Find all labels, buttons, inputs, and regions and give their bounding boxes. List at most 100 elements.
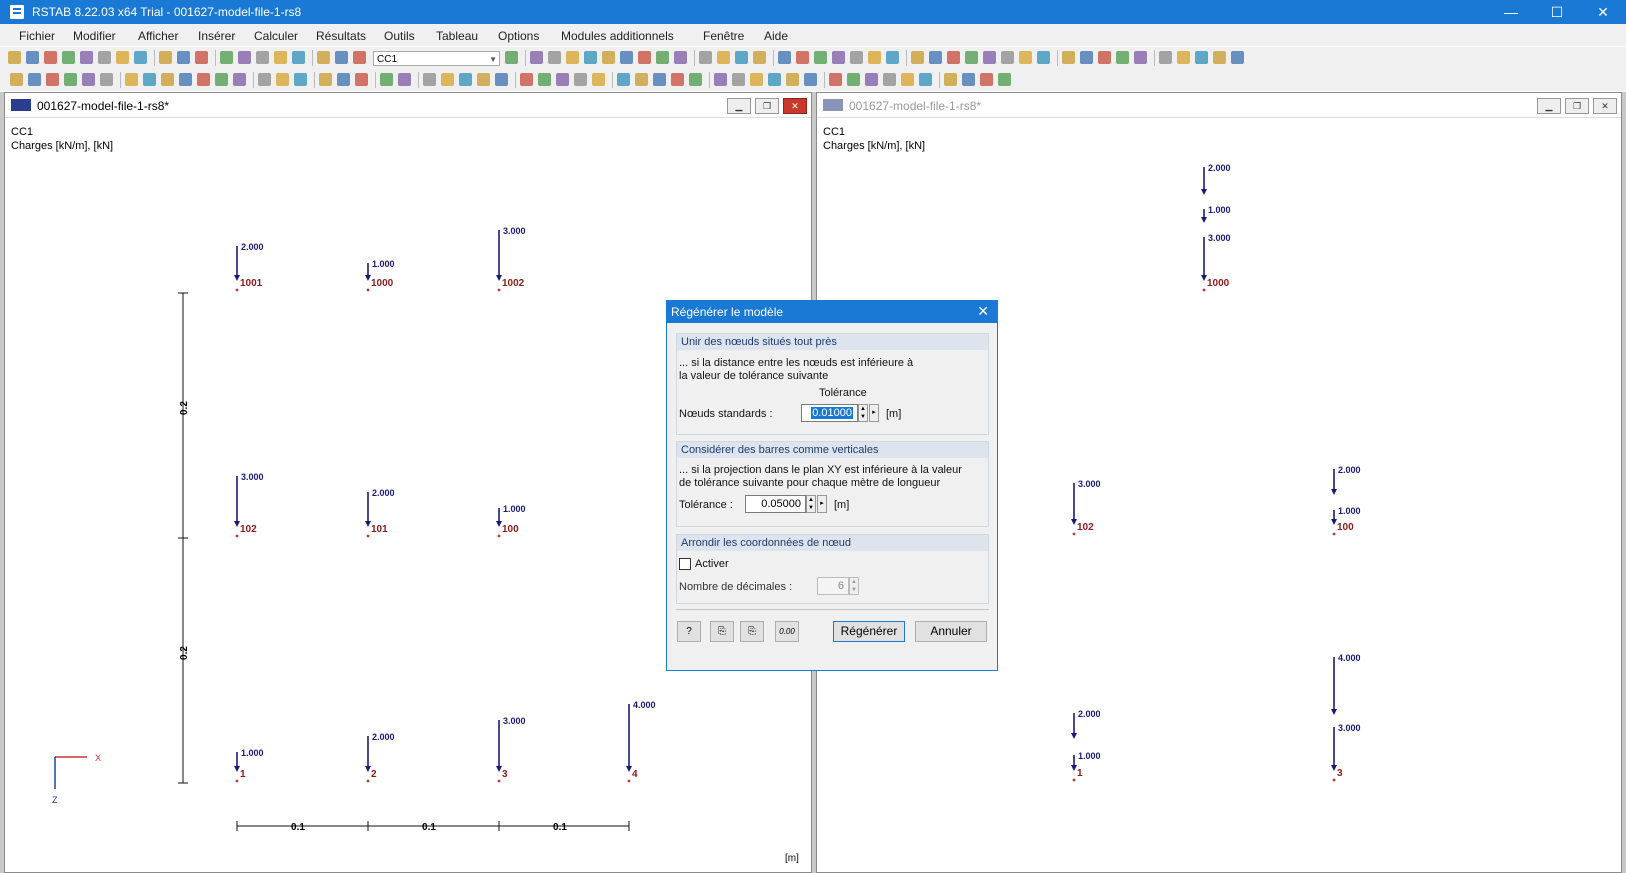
toolbar-tool-icon[interactable] <box>143 73 156 86</box>
maximize-button[interactable]: ☐ <box>1534 0 1580 24</box>
export-button[interactable]: ⎘ <box>710 621 734 642</box>
help-button[interactable]: ? <box>677 621 701 642</box>
menu-outils[interactable]: Outils <box>384 29 415 43</box>
toolbar-tool-icon[interactable] <box>699 51 712 64</box>
toolbar-tool-icon[interactable] <box>125 73 138 86</box>
toolbar-tool-icon[interactable] <box>671 73 684 86</box>
toolbar-tool-icon[interactable] <box>1037 51 1050 64</box>
toolbar-tool-icon[interactable] <box>159 51 172 64</box>
import-button[interactable]: ⎘ <box>740 621 764 642</box>
vertical-tolerance-input[interactable]: 0.05000 <box>745 495 806 513</box>
toolbar-tool-icon[interactable] <box>796 51 809 64</box>
toolbar-tool-icon[interactable] <box>220 51 233 64</box>
right-view-minimize-button[interactable]: ▁ <box>1537 98 1561 114</box>
toolbar-tool-icon[interactable] <box>911 51 924 64</box>
toolbar-tool-icon[interactable] <box>8 51 21 64</box>
vertical-tolerance-spinner[interactable]: ▲ ▼ <box>806 495 816 513</box>
toolbar-tool-icon[interactable] <box>735 51 748 64</box>
toolbar-tool-icon[interactable] <box>1177 51 1190 64</box>
toolbar-tool-icon[interactable] <box>847 73 860 86</box>
toolbar-tool-icon[interactable] <box>638 51 651 64</box>
toolbar-tool-icon[interactable] <box>256 51 269 64</box>
toolbar-tool-icon[interactable] <box>215 73 228 86</box>
toolbar-tool-icon[interactable] <box>179 73 192 86</box>
toolbar-tool-icon[interactable] <box>1213 51 1226 64</box>
toolbar-tool-icon[interactable] <box>292 51 305 64</box>
toolbar-tool-icon[interactable] <box>495 73 508 86</box>
toolbar-tool-icon[interactable] <box>276 73 289 86</box>
toolbar-tool-icon[interactable] <box>46 73 59 86</box>
toolbar-tool-icon[interactable] <box>689 73 702 86</box>
menu-modules[interactable]: Modules additionnels <box>561 29 674 43</box>
toolbar-tool-icon[interactable] <box>82 73 95 86</box>
toolbar-tool-icon[interactable] <box>26 51 39 64</box>
toolbar-tool-icon[interactable] <box>814 51 827 64</box>
left-view-minimize-button[interactable]: ▁ <box>727 98 751 114</box>
toolbar-tool-icon[interactable] <box>1116 51 1129 64</box>
dialog-close-icon[interactable]: ✕ <box>977 303 989 320</box>
standard-nodes-spinner[interactable]: ▲ ▼ <box>858 404 868 422</box>
menu-resultats[interactable]: Résultats <box>316 29 366 43</box>
menu-fichier[interactable]: Fichier <box>19 29 55 43</box>
toolbar-tool-icon[interactable] <box>778 51 791 64</box>
toolbar-tool-icon[interactable] <box>538 73 551 86</box>
menu-modifier[interactable]: Modifier <box>73 29 116 43</box>
toolbar-tool-icon[interactable] <box>1062 51 1075 64</box>
menu-fenetre[interactable]: Fenêtre <box>703 29 744 43</box>
toolbar-tool-icon[interactable] <box>750 73 763 86</box>
toolbar-tool-icon[interactable] <box>832 51 845 64</box>
toolbar-tool-icon[interactable] <box>983 51 996 64</box>
toolbar-tool-icon[interactable] <box>459 73 472 86</box>
toolbar-tool-icon[interactable] <box>714 73 727 86</box>
toolbar-tool-icon[interactable] <box>886 51 899 64</box>
toolbar-tool-icon[interactable] <box>355 73 368 86</box>
toolbar-tool-icon[interactable] <box>1001 51 1014 64</box>
toolbar-tool-icon[interactable] <box>195 51 208 64</box>
toolbar-tool-icon[interactable] <box>1159 51 1172 64</box>
toolbar-tool-icon[interactable] <box>337 73 350 86</box>
toolbar-tool-icon[interactable] <box>197 73 210 86</box>
right-view-close-button[interactable]: ✕ <box>1593 98 1617 114</box>
menu-tableau[interactable]: Tableau <box>436 29 478 43</box>
toolbar-tool-icon[interactable] <box>294 73 307 86</box>
toolbar-tool-icon[interactable] <box>566 51 579 64</box>
toolbar-tool-icon[interactable] <box>965 51 978 64</box>
toolbar-tool-icon[interactable] <box>353 51 366 64</box>
toolbar-tool-icon[interactable] <box>116 51 129 64</box>
toolbar-tool-icon[interactable] <box>804 73 817 86</box>
toolbar-tool-icon[interactable] <box>134 51 147 64</box>
toolbar-tool-icon[interactable] <box>901 73 914 86</box>
toolbar-tool-icon[interactable] <box>64 73 77 86</box>
toolbar-tool-icon[interactable] <box>753 51 766 64</box>
toolbar-tool-icon[interactable] <box>258 73 271 86</box>
toolbar-tool-icon[interactable] <box>617 73 630 86</box>
toolbar-tool-icon[interactable] <box>520 73 533 86</box>
toolbar-tool-icon[interactable] <box>10 73 23 86</box>
activate-rounding-checkbox[interactable] <box>679 558 691 570</box>
toolbar-tool-icon[interactable] <box>574 73 587 86</box>
toolbar-tool-icon[interactable] <box>505 51 518 64</box>
close-button[interactable]: ✕ <box>1580 0 1626 24</box>
load-case-select[interactable]: CC1 ▼ <box>373 51 500 66</box>
toolbar-tool-icon[interactable] <box>238 51 251 64</box>
menu-options[interactable]: Options <box>498 29 539 43</box>
toolbar-tool-icon[interactable] <box>62 51 75 64</box>
toolbar-tool-icon[interactable] <box>28 73 41 86</box>
menu-calculer[interactable]: Calculer <box>254 29 298 43</box>
toolbar-tool-icon[interactable] <box>919 73 932 86</box>
toolbar-tool-icon[interactable] <box>868 51 881 64</box>
toolbar-tool-icon[interactable] <box>592 73 605 86</box>
toolbar-tool-icon[interactable] <box>944 73 957 86</box>
toolbar-tool-icon[interactable] <box>962 73 975 86</box>
toolbar-tool-icon[interactable] <box>635 73 648 86</box>
toolbar-tool-icon[interactable] <box>865 73 878 86</box>
toolbar-tool-icon[interactable] <box>233 73 246 86</box>
standard-nodes-menu-arrow[interactable]: ▸ <box>869 404 879 422</box>
regenerate-button[interactable]: Régénérer <box>833 621 905 642</box>
vertical-tolerance-menu-arrow[interactable]: ▸ <box>817 495 827 513</box>
toolbar-tool-icon[interactable] <box>883 73 896 86</box>
minimize-button[interactable]: — <box>1488 0 1534 24</box>
left-view-restore-button[interactable]: ❐ <box>755 98 779 114</box>
toolbar-tool-icon[interactable] <box>717 51 730 64</box>
toolbar-tool-icon[interactable] <box>1019 51 1032 64</box>
